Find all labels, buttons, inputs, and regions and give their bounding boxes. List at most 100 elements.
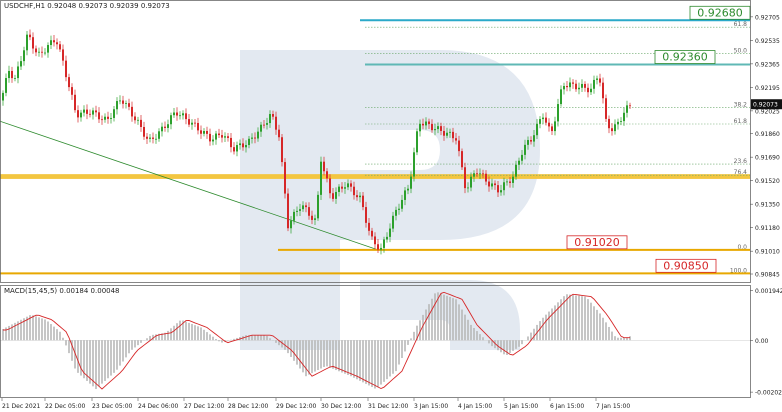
candle[interactable] [416, 131, 418, 153]
candle[interactable] [497, 185, 499, 193]
candle[interactable] [239, 143, 241, 146]
candle[interactable] [539, 119, 541, 124]
candle[interactable] [41, 51, 43, 53]
candle[interactable] [113, 109, 115, 118]
candle[interactable] [479, 173, 481, 175]
candle[interactable] [194, 122, 196, 124]
candle[interactable] [254, 137, 256, 139]
candle[interactable] [173, 112, 175, 116]
candle[interactable] [131, 106, 133, 117]
candle[interactable] [251, 137, 253, 139]
candle[interactable] [317, 194, 319, 219]
candle[interactable] [32, 37, 34, 49]
candle[interactable] [341, 186, 343, 189]
candle[interactable] [14, 78, 16, 79]
candle[interactable] [401, 199, 403, 209]
candle[interactable] [278, 129, 280, 138]
candle[interactable] [518, 160, 520, 165]
candle[interactable] [302, 205, 304, 210]
candle[interactable] [428, 121, 430, 124]
candle[interactable] [566, 86, 568, 88]
candle[interactable] [584, 83, 586, 88]
candle[interactable] [488, 181, 490, 187]
candle[interactable] [461, 151, 463, 168]
candle[interactable] [20, 61, 22, 67]
candle[interactable] [491, 183, 493, 187]
candle[interactable] [350, 183, 352, 187]
candle[interactable] [614, 124, 616, 132]
candle[interactable] [104, 116, 106, 120]
candle[interactable] [626, 105, 628, 113]
candle[interactable] [446, 132, 448, 136]
candle[interactable] [464, 167, 466, 189]
candle[interactable] [233, 147, 235, 152]
candle[interactable] [386, 236, 388, 240]
candle[interactable] [77, 110, 79, 118]
candle[interactable] [581, 83, 583, 88]
candle[interactable] [62, 49, 64, 61]
candle[interactable] [437, 126, 439, 130]
candle[interactable] [296, 210, 298, 212]
candle[interactable] [611, 128, 613, 132]
candle[interactable] [356, 195, 358, 198]
candle[interactable] [95, 110, 97, 113]
candle[interactable] [392, 215, 394, 229]
candle[interactable] [26, 34, 28, 51]
candle[interactable] [308, 207, 310, 216]
candle[interactable] [617, 121, 619, 125]
candle[interactable] [38, 51, 40, 53]
candle[interactable] [2, 92, 4, 101]
candle[interactable] [578, 87, 580, 90]
candle[interactable] [560, 89, 562, 105]
candle[interactable] [143, 126, 145, 137]
candle[interactable] [206, 130, 208, 134]
candle[interactable] [161, 126, 163, 132]
candle[interactable] [362, 195, 364, 208]
candle[interactable] [284, 162, 286, 194]
candle[interactable] [449, 131, 451, 133]
candle[interactable] [11, 70, 13, 79]
candle[interactable] [482, 173, 484, 175]
candle[interactable] [17, 66, 19, 79]
candle[interactable] [179, 115, 181, 117]
candle[interactable] [185, 113, 187, 120]
candle[interactable] [530, 140, 532, 142]
candle[interactable] [236, 145, 238, 152]
candle[interactable] [281, 137, 283, 163]
candle[interactable] [293, 211, 295, 221]
candle[interactable] [266, 123, 268, 125]
candle[interactable] [551, 126, 553, 132]
candle[interactable] [83, 109, 85, 113]
candle[interactable] [431, 123, 433, 131]
candle[interactable] [152, 137, 154, 139]
candle[interactable] [272, 114, 274, 117]
candle[interactable] [569, 82, 571, 88]
candle[interactable] [380, 247, 382, 250]
candle[interactable] [410, 176, 412, 189]
candle[interactable] [8, 70, 10, 79]
candle[interactable] [473, 173, 475, 177]
candle[interactable] [608, 118, 610, 129]
candle[interactable] [212, 139, 214, 142]
candle[interactable] [164, 126, 166, 128]
candle[interactable] [74, 94, 76, 111]
candle[interactable] [320, 161, 322, 195]
candle[interactable] [407, 188, 409, 191]
candle[interactable] [332, 193, 334, 199]
candle[interactable] [230, 137, 232, 148]
candle[interactable] [413, 152, 415, 177]
candle[interactable] [512, 176, 514, 183]
candle[interactable] [596, 78, 598, 80]
candle[interactable] [395, 209, 397, 216]
candle[interactable] [101, 119, 103, 121]
candle[interactable] [587, 87, 589, 93]
candle[interactable] [134, 116, 136, 121]
candle[interactable] [455, 138, 457, 141]
candle[interactable] [572, 82, 574, 84]
candle[interactable] [470, 176, 472, 188]
candle[interactable] [86, 109, 88, 114]
candle[interactable] [521, 154, 523, 161]
candle[interactable] [509, 181, 511, 183]
candle[interactable] [527, 140, 529, 145]
candle[interactable] [50, 40, 52, 46]
